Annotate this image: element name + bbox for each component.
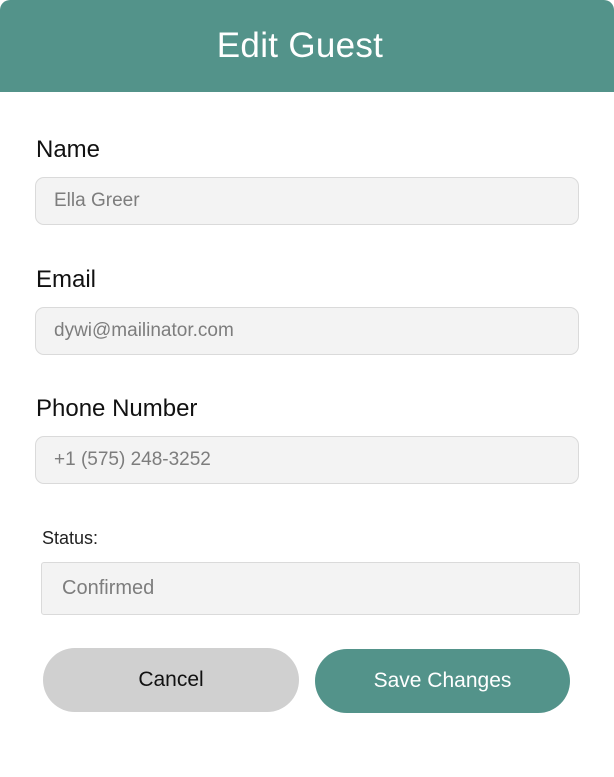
email-input[interactable] [35,307,579,355]
modal-header: Edit Guest [0,0,614,92]
phone-input[interactable] [35,436,579,484]
edit-guest-modal: Edit Guest Name Email Phone Number Statu… [0,0,614,777]
modal-title: Edit Guest [216,26,384,65]
phone-label: Phone Number [36,395,198,422]
email-label: Email [36,266,97,293]
status-selected-value: Confirmed [62,577,155,599]
status-label: Status: [42,528,99,548]
save-changes-button[interactable]: Save Changes [315,649,570,713]
name-input[interactable] [35,177,579,225]
status-select[interactable]: Confirmed [41,562,580,615]
name-label: Name [36,136,101,163]
cancel-button[interactable]: Cancel [43,648,299,712]
